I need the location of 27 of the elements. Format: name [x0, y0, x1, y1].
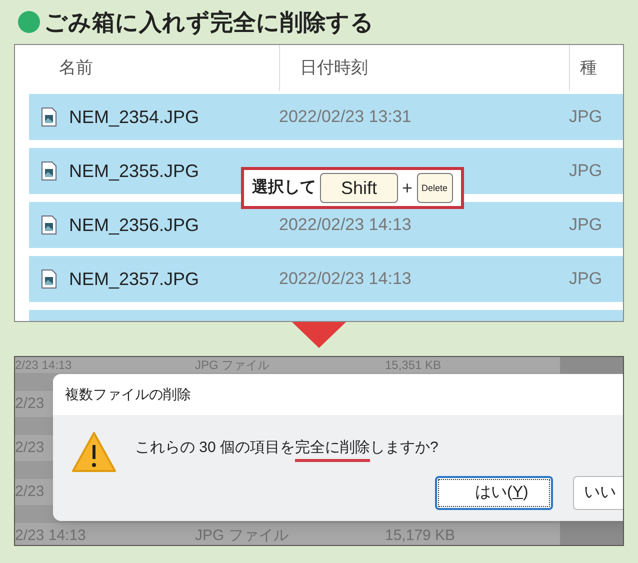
plus-sign: +: [402, 176, 413, 200]
file-name: NEM_2356.JPG: [69, 214, 200, 236]
file-name: NEM_2355.JPG: [69, 160, 200, 182]
file-type: JPG ファイル: [195, 527, 288, 544]
file-size: 15,179 KB: [385, 526, 456, 545]
file-name: NEM_2354.JPG: [69, 106, 200, 128]
file-date: 2/23 14:13: [15, 358, 72, 372]
file-type: JPG ファイル: [195, 358, 270, 372]
file-type: JPG: [569, 160, 602, 182]
file-type: JPG: [569, 268, 602, 290]
shift-key: Shift: [320, 173, 398, 203]
dialog-message: これらの 30 個の項目を完全に削除 しますか?: [135, 437, 623, 460]
file-type: JPG: [569, 214, 602, 236]
file-name: NEM_2357.JPG: [69, 268, 200, 290]
file-type: JPG: [569, 106, 602, 128]
file-size: 15,351 KB: [385, 357, 442, 374]
delete-key: Delete: [416, 173, 453, 203]
file-date: 2/23 14:13: [15, 527, 86, 544]
callout-text: 選択して: [252, 178, 316, 198]
heading: ごみ箱に入れず完全に削除する: [44, 8, 374, 38]
file-date: 2022/02/23 13:31: [279, 107, 412, 126]
file-date: 2022/02/23 14:13: [279, 269, 412, 288]
file-date: 2/23: [15, 483, 44, 500]
file-date: 2/23: [15, 395, 44, 412]
file-date: 2/23: [15, 439, 44, 456]
dialog-title: 複数ファイルの削除: [65, 385, 191, 404]
file-date: 2022/02/23 14:13: [279, 215, 412, 234]
